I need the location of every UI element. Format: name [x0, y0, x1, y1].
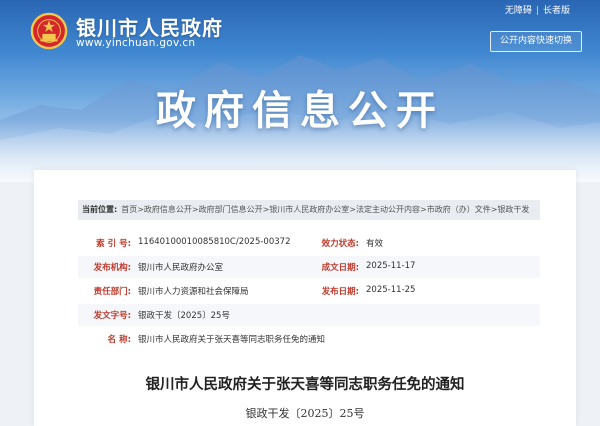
meta-row-index: 索 引 号: 11640100010085810C/2025-00372 效力状… — [78, 232, 540, 254]
index-label: 索 引 号: — [96, 239, 131, 249]
meta-row-responsible: 责任部门: 银川市人力资源和社会保障局 发布日期: 2025-11-25 — [78, 280, 540, 302]
published-date-value: 2025-11-25 — [366, 285, 416, 295]
elderly-mode-link[interactable]: 长者版 — [543, 6, 570, 16]
site-url: www.yinchuan.gov.cn — [76, 37, 196, 49]
name-label: 名 称: — [107, 335, 131, 345]
content-card: 当前位置: 首页>政府信息公开>政府部门信息公开>银川市人民政府办公室>法定主动公… — [34, 170, 576, 426]
meta-row-name: 名 称: 银川市人民政府关于张天喜等同志职务任免的通知 — [78, 328, 540, 350]
national-emblem-icon — [30, 12, 68, 50]
banner-title: 政府信息公开 — [156, 88, 444, 134]
index-value: 11640100010085810C/2025-00372 — [138, 237, 291, 247]
link-separator: | — [535, 6, 539, 16]
created-date-label: 成文日期: — [321, 263, 359, 273]
quick-switch-button[interactable]: 公开内容快速切换 — [490, 31, 582, 52]
publisher-label: 发布机构: — [93, 263, 131, 273]
document-number: 银政干发〔2025〕25号 — [245, 407, 365, 420]
quick-switch-label: 公开内容快速切换 — [499, 36, 572, 46]
breadcrumb-label: 当前位置: — [82, 205, 118, 214]
meta-row-docno: 发文字号: 银政干发〔2025〕25号 — [78, 304, 540, 326]
status-label: 效力状态: — [321, 239, 359, 249]
responsible-label: 责任部门: — [93, 287, 131, 297]
publisher-value: 银川市人民政府办公室 — [138, 263, 224, 273]
header-banner: 银川市人民政府 www.yinchuan.gov.cn 无障碍 | 长者版 公开内容… — [0, 0, 600, 182]
breadcrumb-path[interactable]: 首页>政府信息公开>政府部门信息公开>银川市人民政府办公室>法定主动公开内容>市… — [121, 205, 529, 214]
name-value: 银川市人民政府关于张天喜等同志职务任免的通知 — [138, 335, 326, 345]
docno-label: 发文字号: — [93, 311, 131, 321]
meta-row-publisher: 发布机构: 银川市人民政府办公室 成文日期: 2025-11-17 — [78, 256, 540, 278]
created-date-value: 2025-11-17 — [366, 261, 416, 271]
responsible-value: 银川市人力资源和社会保障局 — [138, 287, 249, 297]
breadcrumb: 当前位置: 首页>政府信息公开>政府部门信息公开>银川市人民政府办公室>法定主动公… — [78, 200, 540, 220]
status-value: 有效 — [366, 239, 384, 249]
published-date-label: 发布日期: — [321, 287, 359, 297]
top-links: 无障碍 | 长者版 — [505, 3, 570, 16]
document-title: 银川市人民政府关于张天喜等同志职务任免的通知 — [145, 377, 465, 393]
accessibility-link[interactable]: 无障碍 — [505, 6, 532, 16]
docno-value: 银政干发〔2025〕25号 — [138, 311, 230, 321]
